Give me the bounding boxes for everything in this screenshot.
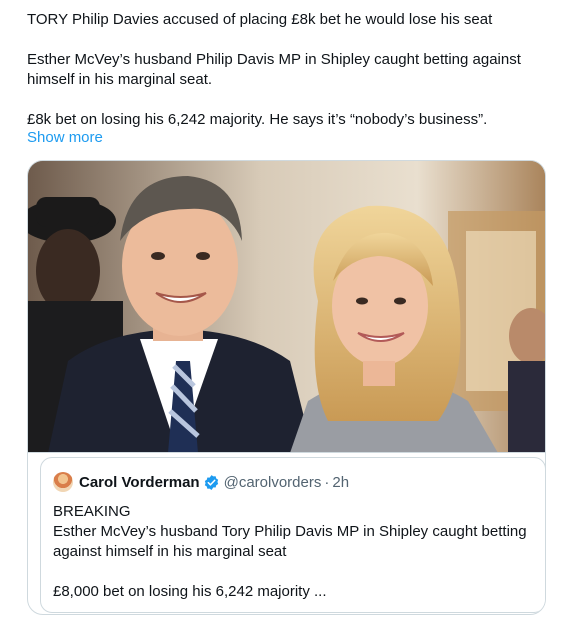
tweet-photo[interactable] xyxy=(28,161,545,453)
quoted-text-line-2: Esther McVey’s husband Tory Philip Davis… xyxy=(53,523,527,560)
quoted-timestamp[interactable]: 2h xyxy=(332,474,349,491)
quoted-tweet-text: BREAKING Esther McVey’s husband Tory Phi… xyxy=(53,502,533,602)
photo-illustration xyxy=(28,161,545,452)
media-card[interactable]: Carol Vorderman @carolvorders · 2h BREAK… xyxy=(27,160,546,615)
quoted-text-line-3: £8,000 bet on losing his 6,242 majority … xyxy=(53,583,327,600)
quoted-author-name[interactable]: Carol Vorderman xyxy=(79,474,200,491)
tweet-text: TORY Philip Davies accused of placing £8… xyxy=(27,10,567,130)
quoted-tweet-header: Carol Vorderman @carolvorders · 2h xyxy=(53,471,349,493)
tweet-text-line-2: Esther McVey’s husband Philip Davis MP i… xyxy=(27,51,521,88)
tweet-text-line-1: TORY Philip Davies accused of placing £8… xyxy=(27,11,493,28)
avatar[interactable] xyxy=(53,472,73,492)
tweet-text-line-3: £8k bet on losing his 6,242 majority. He… xyxy=(27,111,488,128)
verified-badge-icon xyxy=(204,474,218,490)
separator-dot: · xyxy=(324,473,330,491)
quoted-author-handle[interactable]: @carolvorders xyxy=(224,474,322,491)
show-more-link[interactable]: Show more xyxy=(27,128,103,148)
tweet: TORY Philip Davies accused of placing £8… xyxy=(0,0,588,617)
quoted-text-line-1: BREAKING xyxy=(53,503,131,520)
quoted-tweet[interactable]: Carol Vorderman @carolvorders · 2h BREAK… xyxy=(40,457,545,613)
